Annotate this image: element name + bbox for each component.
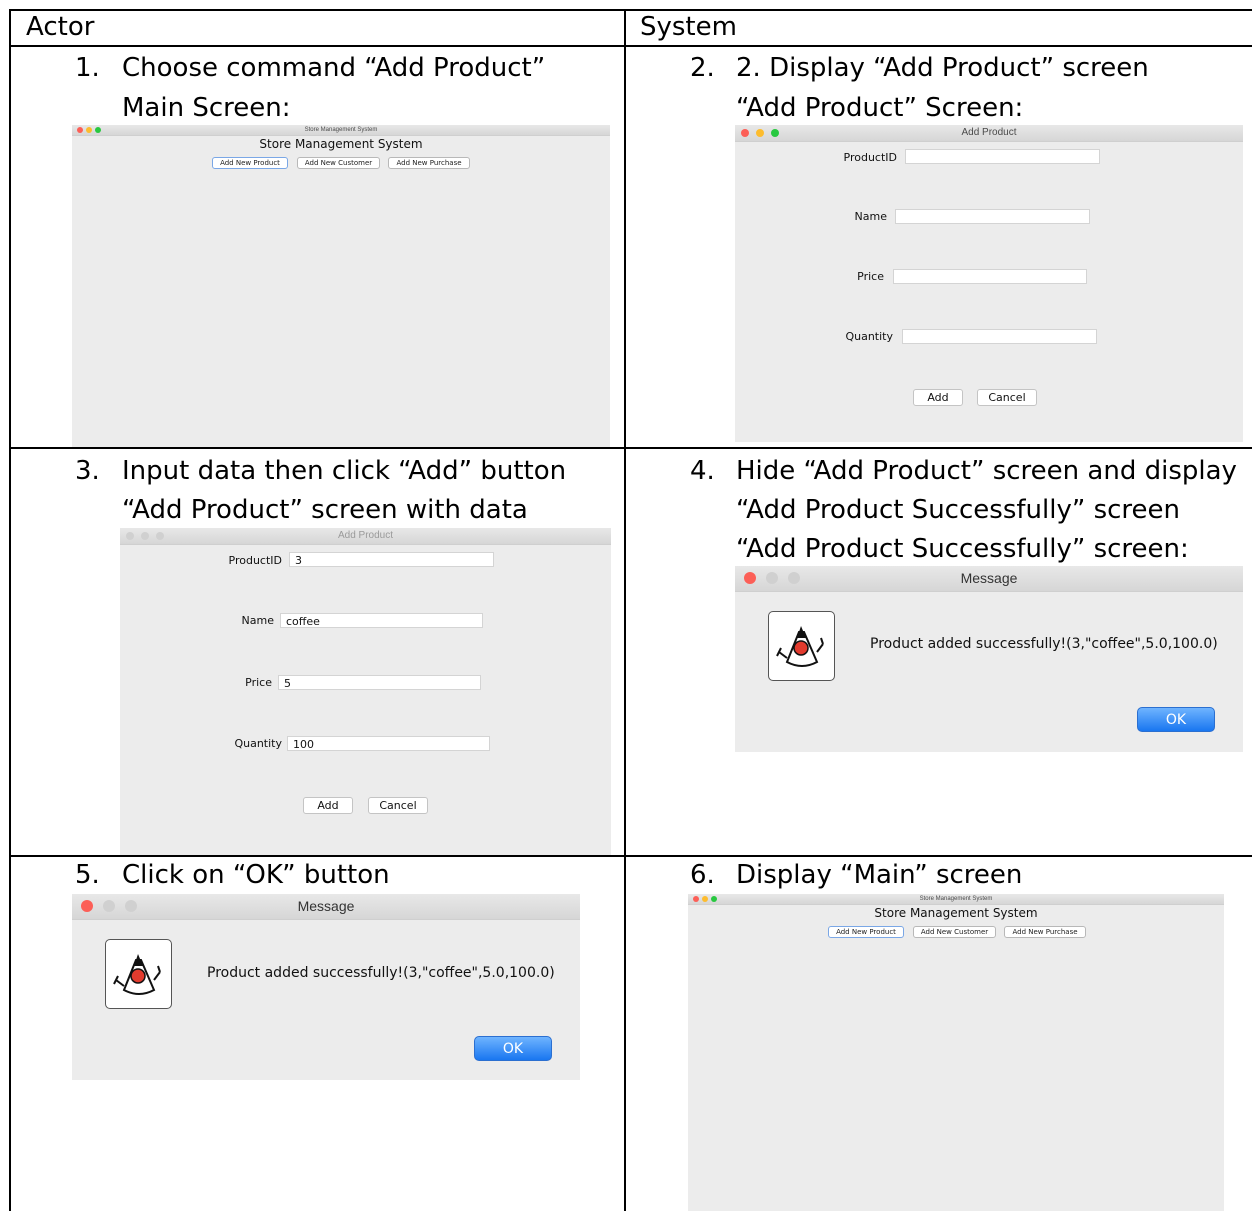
step-text: “Add Product Successfully” screen: [736, 534, 1189, 564]
add-new-purchase-button[interactable]: Add New Purchase [388, 157, 470, 169]
message-dialog-window: Message Product added successfully!(3,"c… [72, 894, 580, 1080]
name-field[interactable] [895, 209, 1090, 224]
step-text: Main Screen: [122, 93, 291, 123]
add-new-product-button[interactable]: Add New Product [828, 926, 904, 938]
step-text: “Add Product” screen with data [122, 495, 528, 525]
add-product-filled-window: Add Product ProductID 3 Name coffee Pric… [120, 528, 611, 855]
price-label: Price [245, 676, 272, 689]
java-duke-icon [105, 939, 172, 1009]
productid-label: ProductID [843, 151, 897, 164]
title-bar: Store Management System [688, 894, 1224, 905]
step-text: “Add Product” Screen: [736, 93, 1024, 123]
main-heading: Store Management System [874, 906, 1038, 920]
cancel-button[interactable]: Cancel [368, 797, 428, 814]
step-text: “Add Product Successfully” screen [736, 495, 1180, 525]
window-title: Message [960, 570, 1018, 586]
price-label: Price [857, 270, 884, 283]
java-duke-icon [768, 611, 835, 681]
step-number: 1. [75, 53, 100, 83]
header-system: System [640, 12, 737, 42]
ok-button[interactable]: OK [474, 1036, 552, 1061]
table-border-top [9, 9, 1252, 11]
price-field[interactable] [893, 269, 1087, 284]
step-text: 2. Display “Add Product” screen [736, 53, 1149, 83]
step-text: Input data then click “Add” button [122, 456, 567, 486]
step-number: 4. [690, 456, 715, 486]
title-bar: Add Product [735, 125, 1243, 142]
title-bar: Store Management System [72, 125, 610, 136]
step-text: Hide “Add Product” screen and display [736, 456, 1237, 486]
table-border-row1 [9, 447, 1252, 449]
add-button[interactable]: Add [303, 797, 353, 814]
name-field[interactable]: coffee [280, 613, 483, 628]
table-border-header [9, 45, 1252, 47]
message-text: Product added successfully!(3,"coffee",5… [870, 636, 1218, 652]
add-new-product-button[interactable]: Add New Product [212, 157, 288, 169]
productid-field[interactable] [905, 149, 1100, 164]
step-number: 5. [75, 860, 100, 890]
step-text: Display “Main” screen [736, 860, 1023, 890]
ok-button[interactable]: OK [1137, 707, 1215, 732]
price-field[interactable]: 5 [278, 675, 481, 690]
title-bar: Message [72, 894, 580, 920]
add-product-window: Add Product ProductID Name Price Quantit… [735, 125, 1243, 442]
productid-field[interactable]: 3 [289, 552, 494, 567]
main-screen-window: Store Management System Store Management… [72, 125, 610, 447]
step-text: Choose command “Add Product” [122, 53, 546, 83]
table-border-middle [624, 9, 626, 1211]
window-title: Store Management System [919, 896, 993, 902]
title-bar: Message [735, 566, 1243, 592]
add-new-customer-button[interactable]: Add New Customer [913, 926, 996, 938]
table-border-left [9, 9, 11, 1211]
step-number: 6. [690, 860, 715, 890]
add-new-purchase-button[interactable]: Add New Purchase [1004, 926, 1086, 938]
step-text: Click on “OK” button [122, 860, 390, 890]
message-text: Product added successfully!(3,"coffee",5… [207, 965, 555, 981]
message-dialog-window: Message Product added successfully!(3,"c… [735, 566, 1243, 752]
quantity-label: Quantity [845, 330, 893, 343]
header-actor: Actor [26, 12, 95, 42]
quantity-field[interactable] [902, 329, 1097, 344]
step-number: 3. [75, 456, 100, 486]
add-new-customer-button[interactable]: Add New Customer [297, 157, 380, 169]
table-border-row2 [9, 855, 1252, 857]
window-title: Add Product [961, 127, 1017, 138]
main-heading: Store Management System [259, 137, 423, 151]
productid-label: ProductID [228, 554, 282, 567]
step-number: 2. [690, 53, 715, 83]
main-screen-window: Store Management System Store Management… [688, 894, 1224, 1211]
name-label: Name [241, 614, 274, 627]
title-bar: Add Product [120, 528, 611, 545]
name-label: Name [854, 210, 887, 223]
cancel-button[interactable]: Cancel [977, 389, 1037, 406]
add-button[interactable]: Add [913, 389, 963, 406]
quantity-field[interactable]: 100 [287, 736, 490, 751]
window-title: Store Management System [304, 127, 378, 133]
window-title: Add Product [337, 530, 394, 541]
window-title: Message [297, 898, 355, 914]
quantity-label: Quantity [234, 737, 282, 750]
